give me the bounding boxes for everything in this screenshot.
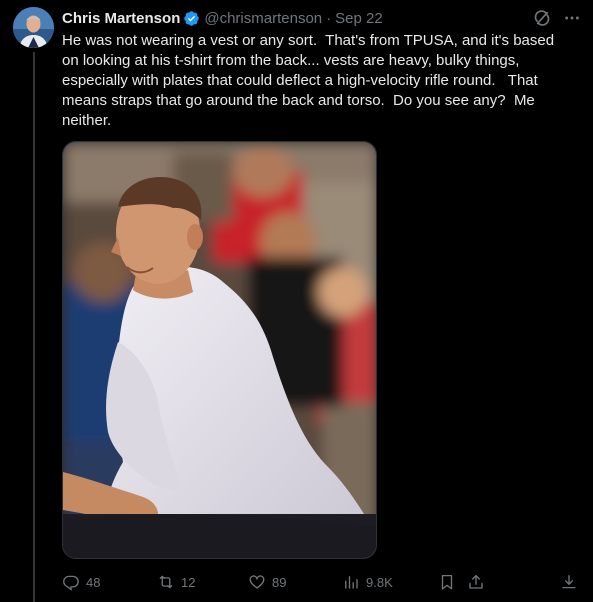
tweet-actions: 48 12 89 9.8K xyxy=(62,571,584,593)
repost-button[interactable]: 12 xyxy=(157,571,195,593)
photo-image xyxy=(63,142,376,558)
tweet-date[interactable]: Sep 22 xyxy=(335,10,383,27)
repost-count: 12 xyxy=(181,574,196,590)
bookmark-button[interactable] xyxy=(438,571,456,593)
author-handle[interactable]: @chrismartenson xyxy=(204,10,322,27)
meta-separator: · xyxy=(326,9,332,27)
download-button[interactable] xyxy=(560,571,578,593)
reply-count: 48 xyxy=(86,574,101,590)
more-icon[interactable] xyxy=(563,9,581,27)
tweet[interactable]: Chris Martenson @chrismartenson · Sep 22 xyxy=(0,0,593,602)
share-button[interactable] xyxy=(467,571,485,593)
tweet-photo[interactable] xyxy=(62,141,377,559)
author-avatar[interactable] xyxy=(13,7,54,48)
share-icon xyxy=(469,574,483,589)
like-count: 89 xyxy=(272,574,287,590)
header-actions xyxy=(533,8,581,28)
tweet-header: Chris Martenson @chrismartenson · Sep 22 xyxy=(62,8,583,28)
thread-line xyxy=(33,52,35,602)
like-button[interactable]: 89 xyxy=(248,571,286,593)
grok-icon[interactable] xyxy=(533,9,551,27)
tweet-text: He was not wearing a vest or any sort. T… xyxy=(62,32,559,129)
views-button[interactable]: 9.8K xyxy=(342,571,393,593)
views-count: 9.8K xyxy=(366,574,393,590)
verified-badge-icon[interactable] xyxy=(183,10,200,27)
reply-icon xyxy=(63,575,79,591)
heart-icon xyxy=(249,575,265,589)
views-icon xyxy=(345,576,358,589)
repost-icon xyxy=(159,575,173,589)
author-name[interactable]: Chris Martenson xyxy=(62,10,180,27)
download-icon xyxy=(562,574,576,589)
bookmark-icon xyxy=(441,574,453,590)
reply-button[interactable]: 48 xyxy=(62,571,100,593)
